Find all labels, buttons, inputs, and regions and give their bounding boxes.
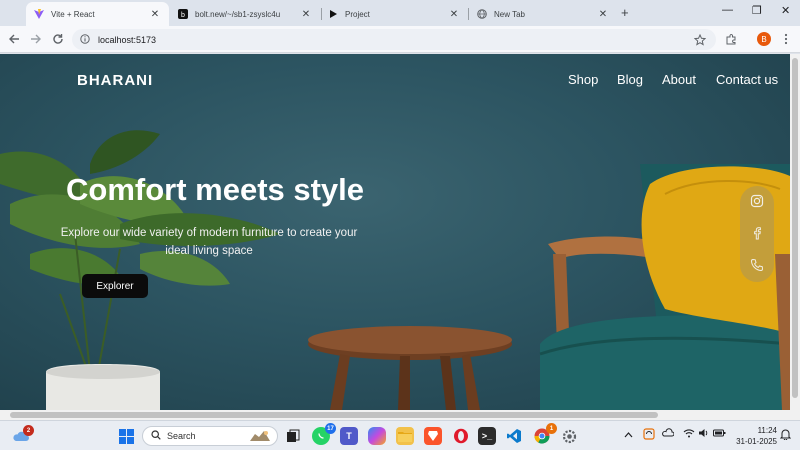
back-icon[interactable] [7, 32, 21, 46]
windows-taskbar: 2 Search 17 T >_ 1 11:24 31-01-2025 [0, 420, 800, 450]
restore-button[interactable]: ❐ [752, 4, 762, 17]
bookmark-star-icon[interactable] [693, 33, 707, 51]
new-tab-button[interactable]: + [621, 5, 629, 20]
copilot-icon[interactable] [368, 427, 386, 445]
globe-icon [477, 9, 487, 19]
close-tab-icon[interactable]: ✕ [448, 9, 460, 20]
windows-start-icon[interactable] [117, 427, 135, 445]
nav-link-blog[interactable]: Blog [617, 72, 643, 87]
side-table [308, 326, 512, 410]
tab-new-tab[interactable]: New Tab ✕ [469, 2, 617, 26]
more-menu-icon[interactable] [779, 32, 793, 46]
horizontal-scrollbar[interactable] [0, 410, 800, 420]
address-bar[interactable]: localhost:5173 [72, 29, 716, 50]
chrome-badge: 1 [546, 423, 557, 434]
task-view-icon[interactable] [284, 427, 302, 445]
clock-date: 31-01-2025 [736, 437, 777, 446]
forward-icon[interactable] [29, 32, 43, 46]
show-hidden-icons-icon[interactable] [624, 430, 633, 440]
scrollbar-thumb[interactable] [10, 412, 658, 418]
chrome-icon[interactable]: 1 [533, 423, 557, 445]
url-text[interactable]: localhost:5173 [98, 35, 156, 45]
file-explorer-icon[interactable] [396, 427, 414, 445]
scrollbar-thumb[interactable] [792, 58, 798, 398]
nav-link-shop[interactable]: Shop [568, 72, 598, 87]
battery-icon[interactable] [713, 428, 726, 440]
clock-time: 11:24 [757, 426, 777, 435]
search-highlight-icon [247, 428, 273, 446]
tab-title: Project [345, 9, 370, 19]
brave-browser-icon[interactable] [424, 427, 442, 445]
search-icon [151, 430, 161, 442]
phone-icon[interactable] [750, 258, 764, 272]
settings-icon[interactable] [560, 427, 578, 445]
close-tab-icon[interactable]: ✕ [149, 9, 161, 20]
site-info-icon[interactable] [80, 31, 90, 49]
reload-icon[interactable] [51, 32, 65, 46]
hero-title: Comfort meets style [66, 172, 365, 207]
bolt-icon: b [178, 9, 188, 19]
weather-icon[interactable]: 2 [12, 425, 34, 445]
social-sidebar [740, 186, 774, 282]
nav-link-contact[interactable]: Contact us [716, 72, 778, 87]
terminal-icon[interactable]: >_ [478, 427, 496, 445]
weather-badge: 2 [23, 425, 34, 436]
tab-title: Vite + React [51, 9, 95, 19]
tab-bolt[interactable]: b bolt.new/~/sb1-zsyslc4u ✕ [170, 2, 320, 26]
nav-link-about[interactable]: About [662, 72, 696, 87]
sync-app-icon[interactable] [643, 428, 655, 442]
tab-title: New Tab [494, 9, 525, 19]
tab-title: bolt.new/~/sb1-zsyslc4u [195, 9, 281, 19]
browser-toolbar: localhost:5173 B [0, 26, 800, 53]
facebook-icon[interactable] [750, 226, 764, 240]
whatsapp-badge: 17 [325, 423, 336, 434]
instagram-icon[interactable] [750, 194, 764, 208]
minimize-button[interactable]: — [722, 4, 733, 16]
extensions-icon[interactable] [724, 32, 738, 46]
whatsapp-icon[interactable]: 17 [312, 423, 336, 445]
close-tab-icon[interactable]: ✕ [597, 9, 609, 20]
close-window-button[interactable]: ✕ [781, 4, 790, 17]
page-viewport: BHARANI Shop Blog About Contact us Comfo… [0, 54, 790, 410]
svg-text:b: b [181, 12, 185, 19]
play-icon [328, 9, 338, 19]
opera-icon[interactable] [452, 427, 470, 445]
tab-project[interactable]: Project ✕ [320, 2, 468, 26]
vscode-icon[interactable] [505, 427, 523, 445]
volume-icon[interactable] [698, 428, 710, 440]
tab-vite-react[interactable]: Vite + React ✕ [26, 2, 169, 26]
taskbar-search[interactable]: Search [142, 426, 278, 446]
onedrive-icon[interactable] [662, 428, 675, 440]
system-clock[interactable]: 11:24 31-01-2025 [733, 425, 777, 447]
hero-subtitle: Explore our wide variety of modern furni… [60, 227, 358, 257]
tab-strip: Vite + React ✕ b bolt.new/~/sb1-zsyslc4u… [0, 0, 800, 26]
vite-icon [34, 9, 44, 19]
vertical-scrollbar[interactable] [790, 54, 800, 410]
explorer-button[interactable]: Explorer [82, 274, 148, 298]
site-brand-logo[interactable]: BHARANI [77, 72, 153, 89]
notification-bell-icon[interactable] [779, 428, 792, 442]
search-placeholder: Search [167, 431, 196, 441]
teams-icon[interactable]: T [340, 427, 358, 445]
profile-avatar[interactable]: B [757, 32, 771, 46]
wifi-icon[interactable] [683, 428, 695, 440]
close-tab-icon[interactable]: ✕ [300, 9, 312, 20]
